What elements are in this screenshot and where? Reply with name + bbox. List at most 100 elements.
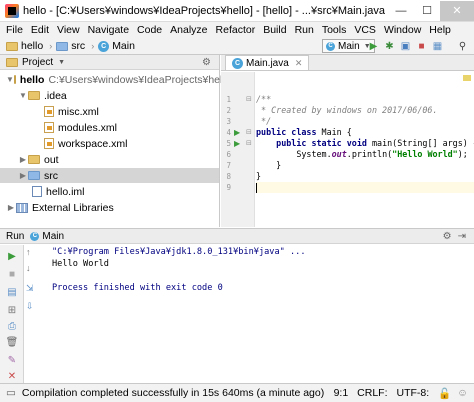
- tree-item-hello-iml[interactable]: hello.iml: [0, 184, 219, 199]
- maximize-button[interactable]: ☐: [414, 1, 440, 21]
- code-text: );: [457, 149, 468, 159]
- breadcrumb-main[interactable]: C Main: [98, 40, 135, 52]
- code-line-8: }: [256, 171, 262, 181]
- stop-icon[interactable]: ■: [415, 40, 428, 53]
- line-number: 4: [226, 128, 231, 137]
- close-icon[interactable]: ✕: [5, 369, 19, 383]
- delete-icon[interactable]: 🗑: [5, 335, 19, 349]
- xml-file-icon: [44, 122, 54, 133]
- menu-view[interactable]: View: [53, 24, 84, 36]
- line-number: 9: [226, 183, 231, 192]
- libraries-icon: [16, 202, 28, 213]
- menu-window[interactable]: Window: [380, 24, 425, 36]
- fold-icon[interactable]: ⊟: [246, 128, 252, 136]
- menu-refactor[interactable]: Refactor: [212, 24, 260, 36]
- tree-item-workspace-xml[interactable]: workspace.xml: [0, 136, 219, 151]
- menu-code[interactable]: Code: [133, 24, 166, 36]
- folder-icon: [28, 155, 40, 164]
- menu-tools[interactable]: Tools: [318, 24, 351, 36]
- menu-edit[interactable]: Edit: [27, 24, 53, 36]
- xml-file-icon: [44, 138, 54, 149]
- console-output[interactable]: "C:¥Program Files¥Java¥jdk1.8.0_131¥bin¥…: [38, 245, 474, 384]
- project-header-label[interactable]: Project: [22, 57, 53, 68]
- minimize-button[interactable]: —: [388, 1, 414, 21]
- tree-item-idea[interactable]: ▼ .idea: [0, 88, 219, 103]
- debug-icon[interactable]: ✱: [383, 40, 396, 53]
- chevron-down-icon[interactable]: ▼: [58, 59, 65, 66]
- menu-help[interactable]: Help: [425, 24, 455, 36]
- chevron-down-icon[interactable]: ▼: [6, 75, 14, 84]
- tree-item-out[interactable]: ▶ out: [0, 152, 219, 167]
- restore-layout-icon[interactable]: ▤: [5, 285, 19, 299]
- fold-icon[interactable]: ⊟: [246, 139, 252, 147]
- tree-item-hello[interactable]: ▼ hello C:¥Users¥windows¥IdeaProjects¥he…: [0, 72, 231, 87]
- menu-navigate[interactable]: Navigate: [84, 24, 133, 36]
- tab-label: Main.java: [246, 57, 289, 69]
- menu-file[interactable]: File: [2, 24, 27, 36]
- rerun-icon[interactable]: ▶: [5, 249, 19, 263]
- lock-icon[interactable]: 🔓: [438, 387, 451, 400]
- code-text-area[interactable]: /** * Created by windows on 2017/06/06. …: [256, 72, 474, 227]
- keyword: public static void: [256, 138, 367, 148]
- code-line-4: public class Main {: [256, 127, 352, 138]
- tree-item-label: modules.xml: [58, 121, 117, 134]
- breadcrumb-hello[interactable]: hello: [6, 40, 43, 52]
- stop-icon[interactable]: ■: [5, 267, 19, 281]
- run-tab-main[interactable]: C Main: [30, 231, 64, 242]
- pin-tab-icon[interactable]: ⊞: [5, 303, 19, 317]
- up-arrow-icon[interactable]: ↑: [26, 247, 31, 257]
- text-caret: [256, 183, 257, 193]
- chevron-down-icon[interactable]: ▼: [18, 91, 28, 100]
- status-message[interactable]: Compilation completed successfully in 15…: [16, 387, 334, 399]
- close-tab-icon[interactable]: ✕: [295, 58, 303, 69]
- scroll-to-end-icon[interactable]: ⇩: [26, 301, 34, 312]
- fold-icon[interactable]: ⊟: [246, 95, 252, 103]
- file-encoding[interactable]: UTF-8:: [397, 387, 430, 399]
- run-gutter-icon[interactable]: ▶: [234, 139, 240, 148]
- settings-icon[interactable]: ⚙: [202, 57, 211, 68]
- window-title: hello - [C:¥Users¥windows¥IdeaProjects¥h…: [23, 4, 388, 17]
- line-number: 1: [226, 95, 231, 104]
- project-structure-icon[interactable]: ▦: [431, 40, 444, 53]
- chevron-right-icon[interactable]: ▶: [6, 203, 16, 212]
- soft-wrap-icon[interactable]: ⇲: [26, 283, 34, 294]
- menu-build[interactable]: Build: [259, 24, 290, 36]
- menu-run[interactable]: Run: [291, 24, 318, 36]
- editor-tab-bar: C Main.java ✕: [221, 55, 474, 71]
- inspector-icon[interactable]: ☺: [457, 387, 468, 399]
- code-text: main(String[] args) {: [366, 138, 474, 148]
- line-number: 5: [226, 139, 231, 148]
- tool-windows-icon[interactable]: ▭: [6, 387, 16, 399]
- search-icon[interactable]: ⚲: [456, 40, 469, 53]
- settings-icon[interactable]: ⚙: [443, 231, 452, 242]
- chevron-right-icon: ›: [91, 41, 95, 51]
- line-separator[interactable]: CRLF:: [357, 387, 387, 399]
- coverage-icon[interactable]: ▣: [399, 40, 412, 53]
- run-gutter-icon[interactable]: ▶: [234, 128, 240, 137]
- tree-item-external-libraries[interactable]: ▶ External Libraries: [0, 200, 219, 215]
- breadcrumb-src[interactable]: src: [56, 40, 85, 52]
- run-icon[interactable]: ▶: [367, 40, 380, 53]
- project-panel-header: Project ▼ ⚙: [0, 55, 219, 70]
- code-editor: C Main.java ✕ 1 2 3 4 5 6 7 8 9 ▶ ▶ ⊟ ⊟ …: [221, 55, 474, 227]
- tree-item-src[interactable]: ▶ src: [0, 168, 219, 183]
- tree-item-misc-xml[interactable]: misc.xml: [0, 104, 219, 119]
- warning-marker[interactable]: [463, 75, 471, 81]
- tree-item-modules-xml[interactable]: modules.xml: [0, 120, 219, 135]
- close-button[interactable]: ✕: [440, 0, 474, 21]
- menu-vcs[interactable]: VCS: [350, 24, 380, 36]
- chevron-right-icon[interactable]: ▶: [18, 171, 28, 180]
- chevron-right-icon[interactable]: ▶: [18, 155, 28, 164]
- class-icon: C: [30, 231, 40, 241]
- pin-icon[interactable]: ✎: [5, 353, 19, 367]
- tab-main-java[interactable]: C Main.java ✕: [225, 55, 310, 70]
- menu-analyze[interactable]: Analyze: [166, 24, 211, 36]
- tree-item-label: src: [44, 169, 58, 182]
- line-number: 7: [226, 161, 231, 170]
- hide-panel-icon[interactable]: ⇥: [458, 231, 466, 242]
- down-arrow-icon[interactable]: ↓: [26, 263, 31, 273]
- print-icon[interactable]: ⎙: [5, 319, 19, 333]
- tree-item-path: C:¥Users¥windows¥IdeaProjects¥hello: [48, 73, 231, 86]
- caret-position[interactable]: 9:1: [334, 387, 349, 399]
- run-panel-title: Run: [6, 230, 25, 242]
